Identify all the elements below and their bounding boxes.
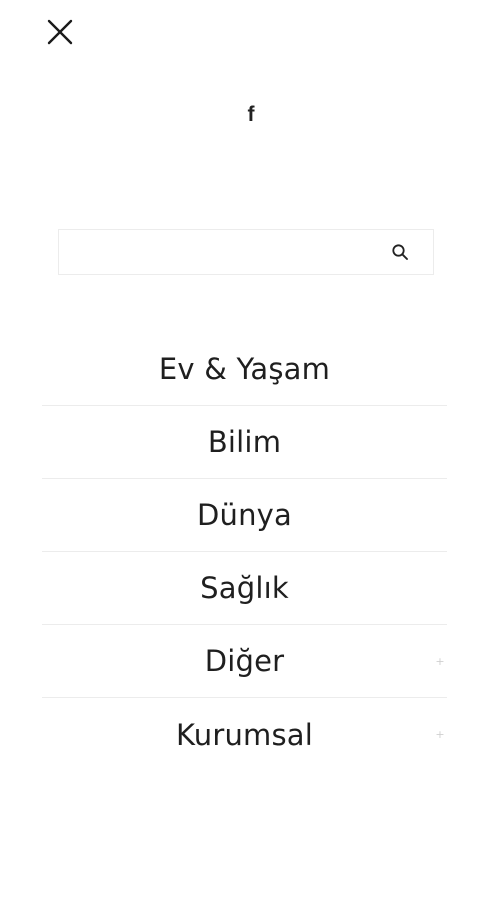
facebook-link[interactable]: f bbox=[236, 98, 266, 132]
search-input[interactable] bbox=[59, 230, 369, 274]
main-menu: Ev & Yaşam Bilim Dünya Sağlık Diğer + Ku… bbox=[42, 333, 447, 771]
menu-item-saglik[interactable]: Sağlık bbox=[42, 552, 447, 625]
close-menu-button[interactable] bbox=[40, 12, 80, 52]
menu-item-label: Sağlık bbox=[200, 571, 289, 605]
search-form bbox=[58, 229, 434, 275]
menu-item-label: Ev & Yaşam bbox=[158, 352, 331, 386]
menu-item-kurumsal[interactable]: Kurumsal + bbox=[42, 698, 447, 771]
menu-item-label: Kurumsal bbox=[175, 717, 314, 752]
plus-icon[interactable]: + bbox=[435, 655, 445, 668]
menu-item-dunya[interactable]: Dünya bbox=[42, 479, 447, 552]
menu-item-diger[interactable]: Diğer + bbox=[42, 625, 447, 698]
menu-item-bilim[interactable]: Bilim bbox=[42, 406, 447, 479]
search-button[interactable] bbox=[389, 241, 411, 263]
search-icon bbox=[392, 244, 408, 260]
menu-item-ev-yasam[interactable]: Ev & Yaşam bbox=[42, 333, 447, 406]
menu-item-label: Dünya bbox=[196, 498, 293, 532]
facebook-icon: f bbox=[247, 103, 255, 126]
menu-item-label: Diğer bbox=[204, 644, 285, 678]
menu-item-label: Bilim bbox=[207, 425, 282, 459]
close-icon bbox=[47, 19, 73, 45]
plus-icon[interactable]: + bbox=[435, 728, 445, 741]
